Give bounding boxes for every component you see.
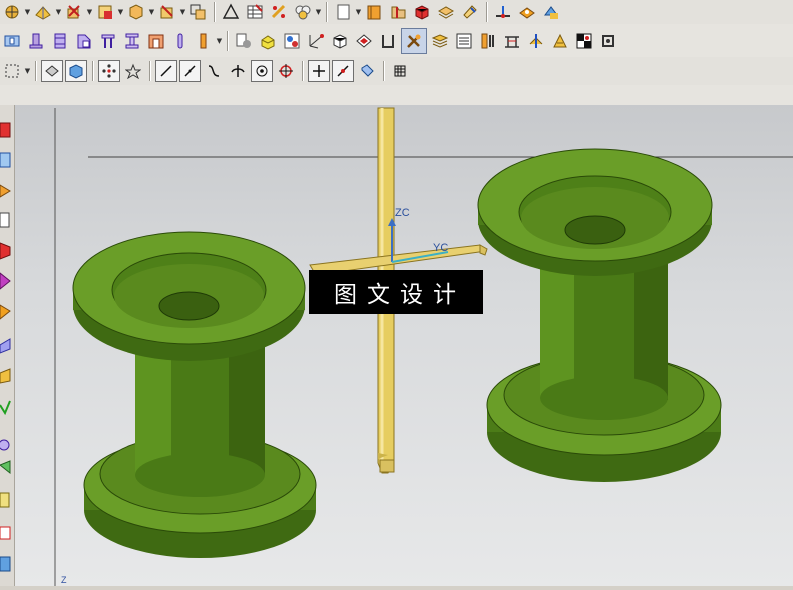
revolve-icon[interactable] — [94, 1, 116, 23]
resource-bar-icons[interactable] — [0, 105, 14, 586]
list-icon[interactable] — [193, 30, 215, 52]
separator — [149, 61, 150, 81]
toolbar-row-2: ▼ — [0, 24, 793, 58]
insert-icon[interactable] — [477, 30, 499, 52]
wrench-icon[interactable] — [401, 27, 427, 54]
shading-icon[interactable] — [65, 60, 87, 82]
dropdown-arrow[interactable]: ▼ — [117, 1, 124, 23]
sketch-icon[interactable] — [156, 1, 178, 23]
runner-icon[interactable] — [145, 30, 167, 52]
folder-icon[interactable] — [387, 1, 409, 23]
grid-icon[interactable] — [389, 60, 411, 82]
separator — [35, 61, 36, 81]
watermark-label: 图文设计 — [309, 270, 483, 314]
snap-icon[interactable] — [98, 60, 120, 82]
toolbar-row-3: ▼ — [0, 57, 793, 86]
core-icon[interactable] — [25, 30, 47, 52]
table-icon[interactable] — [244, 1, 266, 23]
yc-axis-label: YC — [433, 242, 448, 254]
list-view-icon[interactable] — [453, 30, 475, 52]
pin-icon[interactable] — [169, 30, 191, 52]
ejector-icon[interactable] — [97, 30, 119, 52]
separator — [92, 61, 93, 81]
point-constructor-icon[interactable] — [1, 1, 23, 23]
tools-icon[interactable] — [257, 30, 279, 52]
parts-icon[interactable] — [233, 30, 255, 52]
transform-icon[interactable] — [187, 1, 209, 23]
slash-icon[interactable] — [179, 60, 201, 82]
frame-icon[interactable] — [353, 30, 375, 52]
line-icon[interactable] — [155, 60, 177, 82]
dropdown-arrow[interactable]: ▼ — [216, 30, 223, 52]
pattern-icon[interactable] — [268, 1, 290, 23]
zc-axis-label: ZC — [395, 207, 410, 219]
dropdown-arrow[interactable]: ▼ — [315, 1, 322, 23]
plus-icon[interactable] — [308, 60, 330, 82]
extrude-icon[interactable] — [63, 1, 85, 23]
wrench-frame-icon[interactable] — [377, 30, 399, 52]
separator — [214, 2, 215, 22]
render-icon[interactable] — [41, 60, 63, 82]
layer-icon[interactable] — [435, 1, 457, 23]
points-icon[interactable] — [122, 60, 144, 82]
toolbar-strip — [0, 85, 793, 106]
coordinate-icon[interactable] — [281, 30, 303, 52]
mold-icon[interactable] — [1, 30, 23, 52]
wcs-triad[interactable] — [309, 218, 488, 276]
datum-plane-icon[interactable] — [32, 1, 54, 23]
electrode-icon[interactable] — [549, 30, 571, 52]
dropdown-arrow[interactable]: ▼ — [179, 1, 186, 23]
graphics-viewport[interactable]: ZC YC Z — [15, 105, 793, 586]
view-icon[interactable] — [540, 1, 562, 23]
layer-stack-icon[interactable] — [429, 30, 451, 52]
feature-icon[interactable] — [125, 1, 147, 23]
separator — [302, 61, 303, 81]
box-icon[interactable] — [305, 30, 327, 52]
cross-icon[interactable] — [227, 60, 249, 82]
dropdown-arrow[interactable]: ▼ — [24, 1, 31, 23]
circle-point-icon[interactable] — [251, 60, 273, 82]
separator — [486, 2, 487, 22]
gate-icon[interactable] — [121, 30, 143, 52]
triangle-icon[interactable] — [220, 1, 242, 23]
book-icon[interactable] — [363, 1, 385, 23]
separator — [227, 30, 228, 51]
cube-icon[interactable] — [411, 1, 433, 23]
resource-bar — [0, 105, 15, 586]
dropdown-arrow[interactable]: ▼ — [148, 1, 155, 23]
dropdown-arrow[interactable]: ▼ — [86, 1, 93, 23]
cooling-icon[interactable] — [525, 30, 547, 52]
dropdown-arrow[interactable]: ▼ — [355, 1, 362, 23]
spool-left[interactable] — [72, 231, 317, 558]
spool-right[interactable] — [477, 148, 722, 482]
sheet-icon[interactable] — [332, 1, 354, 23]
group-icon[interactable] — [292, 1, 314, 23]
tag-icon[interactable] — [356, 60, 378, 82]
paint-icon[interactable] — [459, 1, 481, 23]
diagonal-icon[interactable] — [332, 60, 354, 82]
corner-axis-label: Z — [61, 575, 67, 585]
analysis-icon[interactable] — [516, 1, 538, 23]
dropdown-arrow[interactable]: ▼ — [24, 60, 31, 82]
model-view[interactable]: ZC YC Z — [15, 105, 793, 586]
checker-icon[interactable] — [573, 30, 595, 52]
separator — [383, 61, 384, 81]
measure-icon[interactable] — [492, 1, 514, 23]
dropdown-arrow[interactable]: ▼ — [55, 1, 62, 23]
toolbar-row-1: ▼ ▼ ▼ ▼ ▼ ▼ ▼ ▼ — [0, 0, 793, 25]
shape-icon[interactable] — [329, 30, 351, 52]
slide-icon[interactable] — [73, 30, 95, 52]
cavity-icon[interactable] — [49, 30, 71, 52]
cycle-icon[interactable] — [597, 30, 619, 52]
target-icon[interactable] — [275, 60, 297, 82]
separator — [326, 2, 327, 22]
select-box-icon[interactable] — [1, 60, 23, 82]
curve-icon[interactable] — [203, 60, 225, 82]
bridge-icon[interactable] — [501, 30, 523, 52]
